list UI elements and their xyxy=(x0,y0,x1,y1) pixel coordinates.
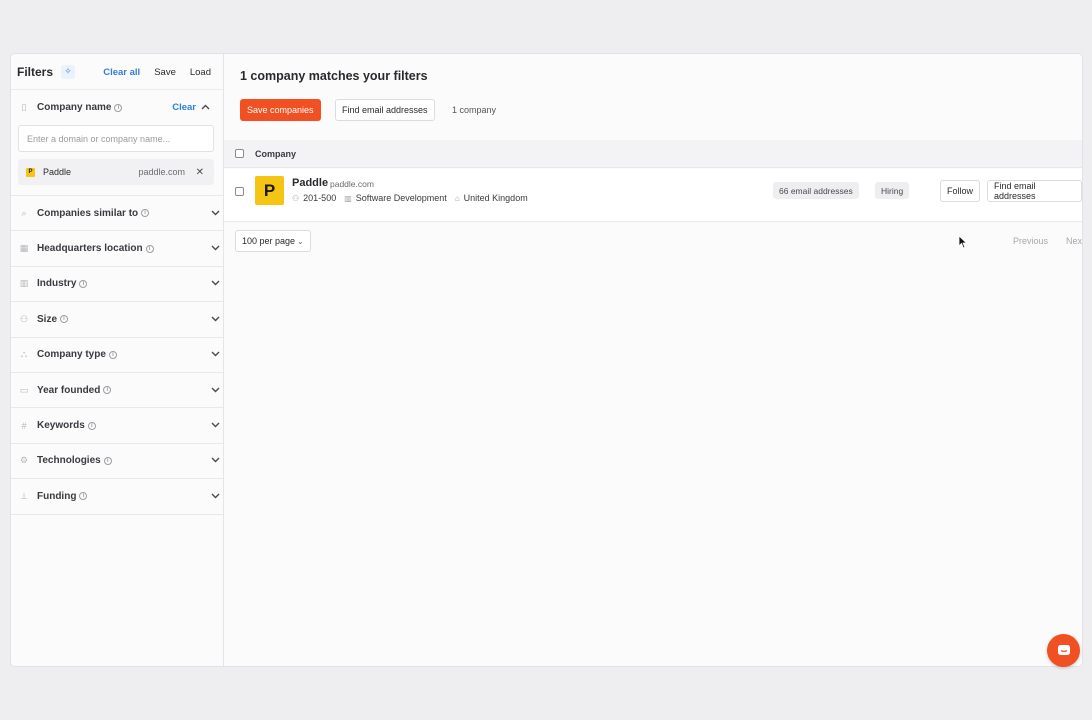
ai-sparkle-icon[interactable]: ✧ xyxy=(61,64,76,79)
select-all-checkbox[interactable] xyxy=(235,149,244,158)
follow-button[interactable]: Follow xyxy=(940,180,981,202)
info-icon[interactable]: i xyxy=(108,350,117,359)
filter-label: Companies similar to xyxy=(37,207,139,219)
table-row[interactable]: P Paddle paddle.com ⚇ 201-500 ▥ Software… xyxy=(224,169,1082,222)
filters-sidebar: Filters ✧ Clear all Save Load ▯ Company … xyxy=(11,54,224,666)
chevron-down-icon[interactable] xyxy=(211,278,220,289)
chat-launcher-button[interactable] xyxy=(1047,634,1080,667)
info-icon[interactable]: i xyxy=(79,279,88,288)
chip-company-domain: paddle.com xyxy=(138,167,185,177)
people-icon: ⚇ xyxy=(292,193,300,203)
per-page-select[interactable]: 100 per page ⌄ xyxy=(235,230,311,252)
chevron-down-icon[interactable] xyxy=(211,491,220,502)
row-find-email-button[interactable]: Find email addresses xyxy=(987,180,1082,202)
location-icon: ⌂ xyxy=(454,193,460,203)
info-icon[interactable]: i xyxy=(79,492,88,501)
industry-icon: ▥ xyxy=(19,278,29,289)
selected-company-chip: P Paddle paddle.com ✕ xyxy=(18,159,214,185)
chip-company-name: Paddle xyxy=(43,167,72,177)
building-icon: ▦ xyxy=(19,243,29,254)
chevron-down-icon[interactable] xyxy=(211,455,220,466)
filter-size[interactable]: ⚇ Size i xyxy=(11,302,223,338)
filter-industry[interactable]: ▥ Industry i xyxy=(11,267,223,303)
info-icon[interactable]: i xyxy=(103,386,112,395)
chevron-down-icon[interactable] xyxy=(211,349,220,360)
chevron-down-icon: ⌄ xyxy=(297,236,304,246)
hiring-badge: Hiring xyxy=(875,182,910,199)
filter-label: Technologies xyxy=(37,455,101,467)
filter-label: Keywords xyxy=(37,420,85,432)
company-domain[interactable]: paddle.com xyxy=(330,179,374,189)
results-panel: 1 company matches your filters Save comp… xyxy=(224,54,1082,666)
chevron-down-icon[interactable] xyxy=(211,314,220,325)
filter-label: Headquarters location xyxy=(37,243,143,255)
company-logo: P xyxy=(255,176,284,205)
find-email-addresses-button[interactable]: Find email addresses xyxy=(335,99,435,121)
company-name-label: Company name xyxy=(37,102,112,113)
hash-icon: # xyxy=(21,420,27,431)
mouse-cursor-icon xyxy=(958,235,968,249)
filter-label: Size xyxy=(37,313,58,325)
info-icon[interactable]: i xyxy=(87,421,96,430)
filter-label: Funding xyxy=(37,490,77,502)
info-icon[interactable]: i xyxy=(103,456,112,465)
company-meta: ⚇ 201-500 ▥ Software Development ⌂ Unite… xyxy=(292,193,528,203)
company-industry: Software Development xyxy=(355,193,447,203)
gear-icon: ⚙ xyxy=(19,455,29,466)
remove-chip-icon[interactable]: ✕ xyxy=(196,167,204,178)
filter-label: Industry xyxy=(37,278,77,290)
paddle-logo: P xyxy=(26,167,35,177)
document-icon: ▯ xyxy=(21,102,27,112)
company-name[interactable]: Paddle xyxy=(292,177,328,189)
filters-title: Filters xyxy=(17,64,54,79)
people-icon: ⚇ xyxy=(19,313,29,324)
calendar-icon: ▭ xyxy=(19,384,29,395)
search-icon: ⌕ xyxy=(21,207,27,218)
filter-year-founded[interactable]: ▭ Year founded i xyxy=(11,373,223,409)
load-filters-button[interactable]: Load xyxy=(190,67,211,78)
filter-funding[interactable]: ⊥ Funding i xyxy=(11,479,223,515)
company-search-input[interactable]: Enter a domain or company name... xyxy=(18,125,214,152)
chevron-down-icon[interactable] xyxy=(211,243,220,254)
company-column-header: Company xyxy=(255,149,297,159)
filter-headquarters-location[interactable]: ▦ Headquarters location i xyxy=(11,231,223,267)
filters-header: Filters ✧ Clear all Save Load xyxy=(11,54,223,90)
filter-keywords[interactable]: # Keywords i xyxy=(11,408,223,444)
chevron-down-icon[interactable] xyxy=(211,420,220,431)
info-icon[interactable]: i xyxy=(141,209,150,218)
filter-label: Year founded xyxy=(37,384,101,396)
clear-all-button[interactable]: Clear all xyxy=(103,67,140,78)
row-checkbox[interactable] xyxy=(235,187,244,196)
filter-company-type[interactable]: ⛬ Company type i xyxy=(11,338,223,373)
company-name-clear-button[interactable]: Clear xyxy=(172,102,196,113)
filter-companies-similar[interactable]: ⌕ Companies similar to i xyxy=(11,196,223,232)
previous-page-button[interactable]: Previous xyxy=(1007,230,1054,252)
chevron-down-icon[interactable] xyxy=(211,208,220,219)
company-name-filter: ▯ Company name i Clear Enter a domain or… xyxy=(11,90,223,196)
save-filters-button[interactable]: Save xyxy=(154,67,176,78)
chat-icon xyxy=(1057,645,1070,655)
funding-icon: ⊥ xyxy=(20,490,28,501)
company-location: United Kingdom xyxy=(463,193,528,203)
chevron-down-icon[interactable] xyxy=(211,385,220,396)
filter-technologies[interactable]: ⚙ Technologies i xyxy=(11,444,223,480)
next-page-button[interactable]: Next xyxy=(1060,230,1082,252)
info-icon[interactable]: i xyxy=(60,315,69,324)
table-header: Company xyxy=(224,140,1082,168)
email-count-badge: 66 email addresses xyxy=(773,182,859,199)
info-icon[interactable]: i xyxy=(114,103,123,112)
company-size: 201-500 xyxy=(303,193,337,203)
filter-label: Company type xyxy=(37,349,106,361)
app-window: Filters ✧ Clear all Save Load ▯ Company … xyxy=(10,53,1083,667)
per-page-value: 100 per page xyxy=(242,236,296,246)
info-icon[interactable]: i xyxy=(145,244,154,253)
filters-actions: Clear all Save Load xyxy=(103,54,211,90)
chevron-up-icon[interactable] xyxy=(201,102,210,113)
industry-icon: ▥ xyxy=(344,193,352,203)
results-count: 1 company xyxy=(452,105,497,115)
org-icon: ⛬ xyxy=(20,349,28,360)
results-title: 1 company matches your filters xyxy=(240,69,428,83)
company-name-header[interactable]: ▯ Company name i Clear xyxy=(17,90,213,125)
save-companies-button[interactable]: Save companies xyxy=(240,99,321,121)
